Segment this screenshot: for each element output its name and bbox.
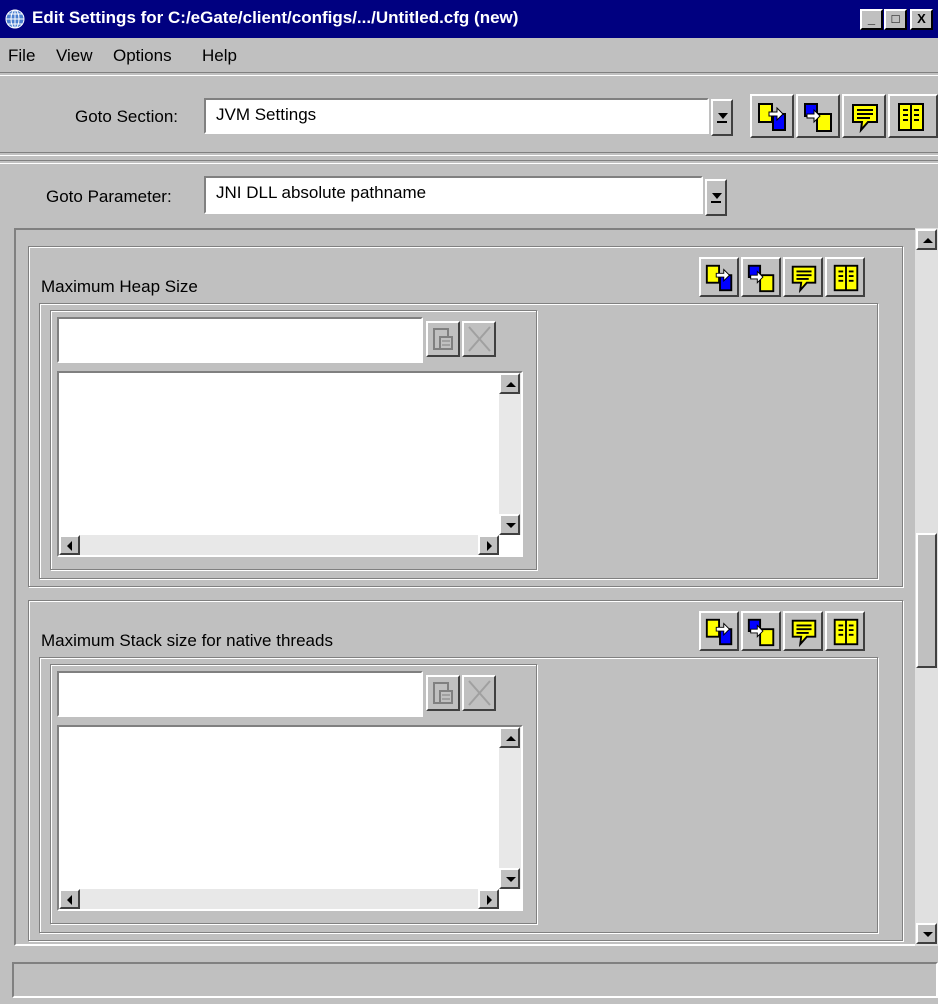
main-scroll-thumb[interactable] xyxy=(916,533,937,668)
param-help-button[interactable] xyxy=(825,257,865,297)
param-help-button[interactable] xyxy=(825,611,865,651)
title-bar: Edit Settings for C:/eGate/client/config… xyxy=(0,0,938,38)
param-comment-button[interactable] xyxy=(783,611,823,651)
minimize-button[interactable]: _ xyxy=(860,9,883,30)
goto-parameter-value: JNI DLL absolute pathname xyxy=(216,183,427,202)
list-vertical-scrollbar[interactable] xyxy=(499,727,521,889)
goto-section-dropdown-button[interactable] xyxy=(711,99,733,136)
scroll-right-button[interactable] xyxy=(478,535,499,555)
add-to-list-icon xyxy=(433,328,453,350)
add-to-list-icon xyxy=(433,682,453,704)
scroll-up-button[interactable] xyxy=(499,727,520,748)
arrow-up-icon xyxy=(506,736,516,741)
value-editor xyxy=(50,310,537,570)
main-scroll-down-button[interactable] xyxy=(916,923,937,944)
goto-section-label: Goto Section: xyxy=(75,107,179,126)
delete-value-button[interactable] xyxy=(462,321,496,357)
delete-value-button[interactable] xyxy=(462,675,496,711)
window-title: Edit Settings for C:/eGate/client/config… xyxy=(32,8,519,27)
goto-parameter-label: Goto Parameter: xyxy=(46,187,172,206)
menu-help[interactable]: Help xyxy=(202,46,237,66)
add-value-button[interactable] xyxy=(426,675,460,711)
copy-from-file-icon xyxy=(705,618,733,646)
param-load-button[interactable] xyxy=(699,257,739,297)
maximize-button[interactable]: □ xyxy=(884,9,907,30)
app-globe-icon xyxy=(5,9,25,29)
arrow-down-icon xyxy=(923,932,933,937)
arrow-up-icon xyxy=(923,238,933,243)
chevron-down-icon xyxy=(712,193,722,199)
main-vertical-scrollbar[interactable] xyxy=(915,228,938,946)
parameter-value-group xyxy=(39,657,878,933)
section-comment-button[interactable] xyxy=(842,94,886,138)
paste-icon xyxy=(747,618,775,647)
menu-options[interactable]: Options xyxy=(113,46,172,66)
scroll-down-button[interactable] xyxy=(499,514,520,535)
scroll-down-button[interactable] xyxy=(499,868,520,889)
arrow-left-icon xyxy=(67,541,72,551)
menu-bar: File View Options Help xyxy=(0,38,938,72)
param-paste-button[interactable] xyxy=(741,257,781,297)
arrow-right-icon xyxy=(487,541,492,551)
parameter-value-group xyxy=(39,303,878,579)
section-paste-button[interactable] xyxy=(796,94,840,138)
parameter-title: Maximum Heap Size xyxy=(41,277,198,296)
delete-x-icon xyxy=(468,680,491,706)
param-paste-button[interactable] xyxy=(741,611,781,651)
section-separator xyxy=(0,152,938,156)
goto-parameter-dropdown-button[interactable] xyxy=(705,179,727,216)
scroll-left-button[interactable] xyxy=(59,535,80,555)
arrow-down-icon xyxy=(506,523,516,528)
status-bar xyxy=(12,962,938,998)
delete-x-icon xyxy=(468,326,491,352)
menu-view[interactable]: View xyxy=(56,46,93,66)
copy-from-file-icon xyxy=(705,264,733,292)
arrow-down-icon xyxy=(506,877,516,882)
param-comment-button[interactable] xyxy=(783,257,823,297)
book-icon xyxy=(898,103,924,131)
value-list[interactable] xyxy=(57,371,523,557)
goto-parameter-combo[interactable]: JNI DLL absolute pathname xyxy=(204,176,703,214)
paste-icon xyxy=(747,264,775,293)
main-scroll-up-button[interactable] xyxy=(916,229,937,250)
comment-icon xyxy=(791,619,817,648)
section-load-button[interactable] xyxy=(750,94,794,138)
parameter-title: Maximum Stack size for native threads xyxy=(41,631,333,650)
value-list[interactable] xyxy=(57,725,523,911)
chevron-down-icon xyxy=(718,113,728,119)
list-horizontal-scrollbar[interactable] xyxy=(59,535,499,555)
section-help-button[interactable] xyxy=(888,94,938,138)
copy-from-file-icon xyxy=(758,103,786,131)
goto-section-combo[interactable]: JVM Settings xyxy=(204,98,709,134)
list-vertical-scrollbar[interactable] xyxy=(499,373,521,535)
goto-section-value: JVM Settings xyxy=(216,105,317,124)
value-input[interactable] xyxy=(57,317,423,363)
book-icon xyxy=(833,618,859,646)
comment-icon xyxy=(791,265,817,294)
menu-file[interactable]: File xyxy=(8,46,35,66)
add-value-button[interactable] xyxy=(426,321,460,357)
close-button[interactable]: X xyxy=(910,9,933,30)
parameter-panel-heap-size: Maximum Heap Size xyxy=(28,246,903,587)
scroll-right-button[interactable] xyxy=(478,889,499,909)
comment-icon xyxy=(852,104,878,134)
arrow-right-icon xyxy=(487,895,492,905)
book-icon xyxy=(833,264,859,292)
menu-separator xyxy=(0,72,938,76)
value-input[interactable] xyxy=(57,671,423,717)
arrow-left-icon xyxy=(67,895,72,905)
scroll-left-button[interactable] xyxy=(59,889,80,909)
parameter-panel-stack-size: Maximum Stack size for native threads xyxy=(28,600,903,941)
scroll-up-button[interactable] xyxy=(499,373,520,394)
paste-icon xyxy=(804,103,832,132)
param-load-button[interactable] xyxy=(699,611,739,651)
value-editor xyxy=(50,664,537,924)
section-separator-2 xyxy=(0,160,938,164)
arrow-up-icon xyxy=(506,382,516,387)
list-horizontal-scrollbar[interactable] xyxy=(59,889,499,909)
